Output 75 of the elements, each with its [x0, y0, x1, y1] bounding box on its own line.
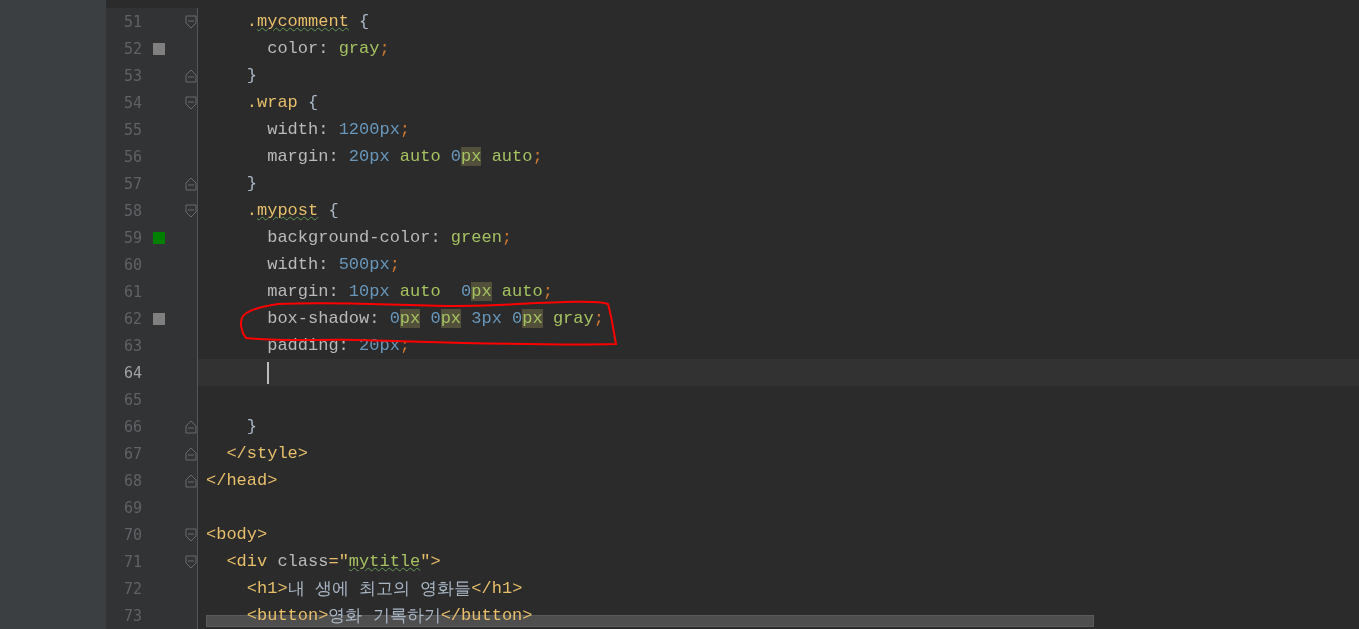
fold-icon[interactable]: [185, 527, 197, 542]
line-number: 64: [122, 363, 142, 382]
property-name: padding:: [266, 336, 350, 355]
heading-text: 내 생에 최고의 영화들: [287, 577, 472, 600]
semicolon: ;: [532, 147, 543, 166]
number-value: 0: [450, 147, 462, 166]
property-name: background-color:: [266, 228, 442, 247]
brace-text: }: [245, 66, 257, 85]
html-tag: ">: [420, 552, 441, 571]
css-selector: .: [245, 201, 257, 220]
semicolon: ;: [399, 120, 411, 139]
attribute-value: mytitle: [348, 552, 421, 571]
fold-icon[interactable]: [185, 68, 197, 83]
brace-text: {: [327, 201, 339, 220]
css-selector: .: [245, 12, 257, 31]
fold-icon[interactable]: [185, 95, 197, 110]
property-value: gray: [551, 309, 594, 328]
semicolon: ;: [593, 309, 604, 328]
property-value: gray: [338, 39, 380, 58]
property-value: px: [399, 309, 421, 328]
number-value: 3px 0: [470, 309, 523, 328]
html-tag: <h1>: [206, 579, 288, 598]
html-tag: <div: [206, 552, 278, 571]
fold-icon[interactable]: [185, 419, 197, 434]
property-value: auto: [500, 282, 543, 301]
attribute-name: class: [277, 552, 329, 571]
fold-icon[interactable]: [185, 203, 197, 218]
html-tag: =": [328, 552, 349, 571]
fold-icon[interactable]: [185, 176, 197, 191]
property-value: auto: [398, 282, 442, 301]
number-value: 20px: [348, 147, 390, 166]
heading-text: 영화 기록하기: [328, 604, 441, 627]
property-value: px: [461, 147, 482, 166]
semicolon: ;: [542, 282, 553, 301]
property-name: width:: [266, 120, 330, 139]
brace-text: {: [358, 12, 370, 31]
brace-text: }: [245, 417, 257, 436]
number-value: 0: [461, 282, 472, 301]
color-swatch[interactable]: [153, 42, 165, 55]
html-tag: </head>: [206, 471, 278, 490]
property-value: auto: [398, 147, 442, 166]
html-tag: </button>: [440, 606, 533, 625]
property-name: box-shadow:: [266, 309, 381, 328]
fold-icon[interactable]: [185, 554, 197, 569]
html-tag: <button>: [206, 606, 329, 625]
color-swatch[interactable]: [153, 231, 165, 244]
semicolon: ;: [379, 39, 390, 58]
brace-text: }: [245, 174, 257, 193]
brace-text: {: [307, 93, 319, 112]
number-value: 1200px: [338, 120, 400, 139]
number-value: 0: [429, 309, 441, 328]
fold-icon[interactable]: [185, 446, 197, 461]
property-value: green: [450, 228, 502, 247]
color-swatch[interactable]: [153, 312, 165, 325]
property-name: color:: [266, 39, 330, 58]
property-value: auto: [490, 147, 533, 166]
property-name: margin:: [266, 282, 340, 301]
number-value: 10px: [348, 282, 390, 301]
property-name: width:: [266, 255, 330, 274]
number-value: 500px: [338, 255, 390, 274]
css-selector: .wrap: [245, 93, 298, 112]
number-value: 0: [389, 309, 400, 328]
html-tag: </h1>: [471, 579, 523, 598]
property-value: px: [471, 282, 492, 301]
property-value: px: [440, 309, 462, 328]
fold-icon[interactable]: [185, 14, 197, 29]
semicolon: ;: [389, 255, 400, 274]
css-selector: mycomment: [257, 12, 349, 31]
css-selector: mypost: [257, 201, 319, 220]
html-tag: <body>: [206, 525, 268, 544]
property-value: px: [522, 309, 543, 328]
fold-icon[interactable]: [185, 473, 197, 488]
html-tag: </style>: [206, 444, 309, 463]
semicolon: ;: [501, 228, 513, 247]
property-name: margin:: [266, 147, 340, 166]
